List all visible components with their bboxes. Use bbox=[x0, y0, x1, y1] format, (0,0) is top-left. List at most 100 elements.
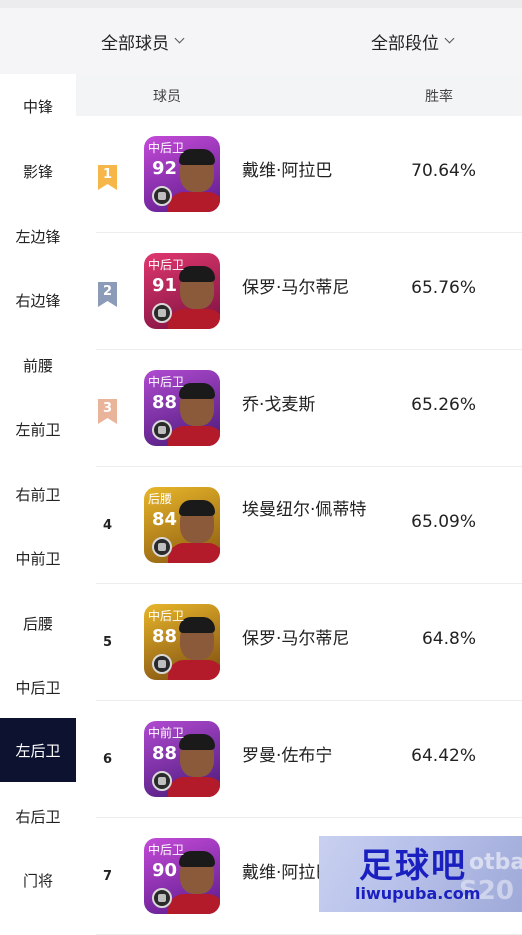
sidebar-item-amf[interactable]: 前腰 bbox=[0, 333, 76, 397]
chevron-down-icon bbox=[444, 33, 455, 44]
rank-ribbon-icon: 2 bbox=[98, 282, 117, 307]
player-card[interactable]: 后腰 84 bbox=[144, 487, 220, 563]
player-shirt bbox=[168, 192, 220, 212]
site-watermark: otba S20 足球吧 liwupuba.com bbox=[319, 836, 522, 912]
player-rating: 91 bbox=[152, 275, 178, 296]
sidebar-item-label: 中锋 bbox=[22, 97, 53, 116]
table-row[interactable]: 2 中后卫 91 保罗·马尔蒂尼 65.76% bbox=[76, 233, 522, 350]
sidebar-item-st[interactable]: 中锋 bbox=[0, 74, 76, 138]
player-hair bbox=[179, 851, 215, 867]
player-name: 罗曼·佐布宁 bbox=[242, 746, 333, 766]
sidebar-item-label: 右后卫 bbox=[15, 807, 61, 826]
sidebar-item-lb[interactable]: 左后卫 bbox=[0, 718, 76, 782]
chevron-down-icon bbox=[174, 33, 185, 44]
sidebar-item-label: 右前卫 bbox=[15, 485, 61, 504]
card-type-badge-icon bbox=[152, 303, 172, 323]
player-card[interactable]: 中后卫 91 bbox=[144, 253, 220, 329]
player-position: 后腰 bbox=[148, 492, 173, 506]
player-position: 中前卫 bbox=[148, 726, 185, 740]
sidebar-item-label: 门将 bbox=[22, 871, 53, 890]
column-header-win-rate: 胜率 bbox=[425, 89, 453, 105]
sidebar-item-label: 左后卫 bbox=[15, 741, 61, 760]
ranking-table: 球员 胜率 1 中后卫 92 戴维·阿拉巴 70.64% 2 中后卫 91 保罗·马尔蒂尼 65.… bbox=[76, 74, 522, 935]
sidebar-item-rb[interactable]: 右后卫 bbox=[0, 784, 76, 848]
sidebar-item-label: 中后卫 bbox=[15, 678, 61, 697]
rank-number: 1 bbox=[102, 167, 113, 182]
sidebar-item-ss[interactable]: 影锋 bbox=[0, 139, 76, 203]
rank-number: 5 bbox=[103, 635, 113, 650]
player-win-rate: 70.64% bbox=[411, 161, 476, 181]
player-rating: 88 bbox=[152, 743, 178, 764]
sidebar-item-label: 中前卫 bbox=[15, 549, 61, 568]
sidebar-item-rwf[interactable]: 右边锋 bbox=[0, 268, 76, 332]
sidebar-item-cb[interactable]: 中后卫 bbox=[0, 655, 76, 719]
player-rating: 84 bbox=[152, 509, 178, 530]
rank-ribbon-icon: 1 bbox=[98, 165, 117, 190]
rank-number: 2 bbox=[102, 284, 113, 299]
sidebar-item-label: 影锋 bbox=[22, 162, 53, 181]
table-row[interactable]: 4 后腰 84 埃曼纽尔·佩蒂特 65.09% bbox=[76, 467, 522, 584]
player-position: 中后卫 bbox=[148, 258, 185, 272]
table-row[interactable]: 6 中前卫 88 罗曼·佐布宁 64.42% bbox=[76, 701, 522, 818]
table-row[interactable]: 1 中后卫 92 戴维·阿拉巴 70.64% bbox=[76, 116, 522, 233]
top-strip bbox=[0, 0, 522, 8]
watermark-title: 足球吧 bbox=[359, 846, 467, 886]
tier-filter-dropdown[interactable]: 全部段位 bbox=[371, 8, 455, 74]
sidebar-item-label: 右边锋 bbox=[15, 291, 61, 310]
rank-number: 4 bbox=[103, 518, 113, 533]
player-hair bbox=[179, 500, 215, 516]
player-name: 戴维·阿拉巴 bbox=[242, 161, 333, 181]
player-win-rate: 65.26% bbox=[411, 395, 476, 415]
sidebar-item-rmf[interactable]: 右前卫 bbox=[0, 462, 76, 526]
player-shirt bbox=[168, 426, 220, 446]
player-win-rate: 64.8% bbox=[421, 629, 476, 649]
player-rating: 88 bbox=[152, 626, 178, 647]
table-row[interactable]: 3 中后卫 88 乔·戈麦斯 65.26% bbox=[76, 350, 522, 467]
player-name: 埃曼纽尔·佩蒂特 bbox=[242, 500, 367, 520]
player-rating: 92 bbox=[152, 158, 178, 179]
player-position: 中后卫 bbox=[148, 609, 185, 623]
player-position: 中后卫 bbox=[148, 141, 185, 155]
sidebar-item-cmf[interactable]: 中前卫 bbox=[0, 526, 76, 590]
sidebar-item-label: 左前卫 bbox=[15, 420, 61, 439]
sidebar-item-label: 后腰 bbox=[22, 614, 53, 633]
card-type-badge-icon bbox=[152, 888, 172, 908]
rank-number: 3 bbox=[102, 401, 113, 416]
player-name: 保罗·马尔蒂尼 bbox=[242, 629, 350, 649]
player-shirt bbox=[168, 309, 220, 329]
player-card[interactable]: 中后卫 88 bbox=[144, 604, 220, 680]
player-rating: 88 bbox=[152, 392, 178, 413]
rank-number: 7 bbox=[103, 869, 113, 884]
player-card[interactable]: 中后卫 88 bbox=[144, 370, 220, 446]
player-shirt bbox=[168, 894, 220, 914]
sidebar-item-label: 前腰 bbox=[22, 356, 53, 375]
watermark-back-text: otba bbox=[469, 850, 522, 875]
table-header: 球员 胜率 bbox=[76, 74, 522, 116]
player-card[interactable]: 中后卫 90 bbox=[144, 838, 220, 914]
sidebar-item-lmf[interactable]: 左前卫 bbox=[0, 397, 76, 461]
player-position: 中后卫 bbox=[148, 843, 185, 857]
players-filter-label: 全部球员 bbox=[101, 33, 169, 54]
player-hair bbox=[179, 266, 215, 282]
table-row[interactable]: 5 中后卫 88 保罗·马尔蒂尼 64.8% bbox=[76, 584, 522, 701]
players-filter-dropdown[interactable]: 全部球员 bbox=[101, 8, 185, 74]
sidebar-item-dmf[interactable]: 后腰 bbox=[0, 591, 76, 655]
player-hair bbox=[179, 617, 215, 633]
column-header-player: 球员 bbox=[153, 89, 181, 105]
player-win-rate: 65.76% bbox=[411, 278, 476, 298]
player-card[interactable]: 中前卫 88 bbox=[144, 721, 220, 797]
player-name: 乔·戈麦斯 bbox=[242, 395, 316, 415]
watermark-url: liwupuba.com bbox=[355, 884, 481, 903]
player-shirt bbox=[168, 660, 220, 680]
sidebar-item-lwf[interactable]: 左边锋 bbox=[0, 204, 76, 268]
player-win-rate: 65.09% bbox=[411, 512, 476, 532]
player-name: 保罗·马尔蒂尼 bbox=[242, 278, 350, 298]
card-type-badge-icon bbox=[152, 420, 172, 440]
sidebar-item-gk[interactable]: 门将 bbox=[0, 848, 76, 912]
player-position: 中后卫 bbox=[148, 375, 185, 389]
rank-number: 6 bbox=[103, 752, 113, 767]
player-shirt bbox=[168, 777, 220, 797]
player-hair bbox=[179, 383, 215, 399]
player-card[interactable]: 中后卫 92 bbox=[144, 136, 220, 212]
sidebar-item-label: 左边锋 bbox=[15, 227, 61, 246]
